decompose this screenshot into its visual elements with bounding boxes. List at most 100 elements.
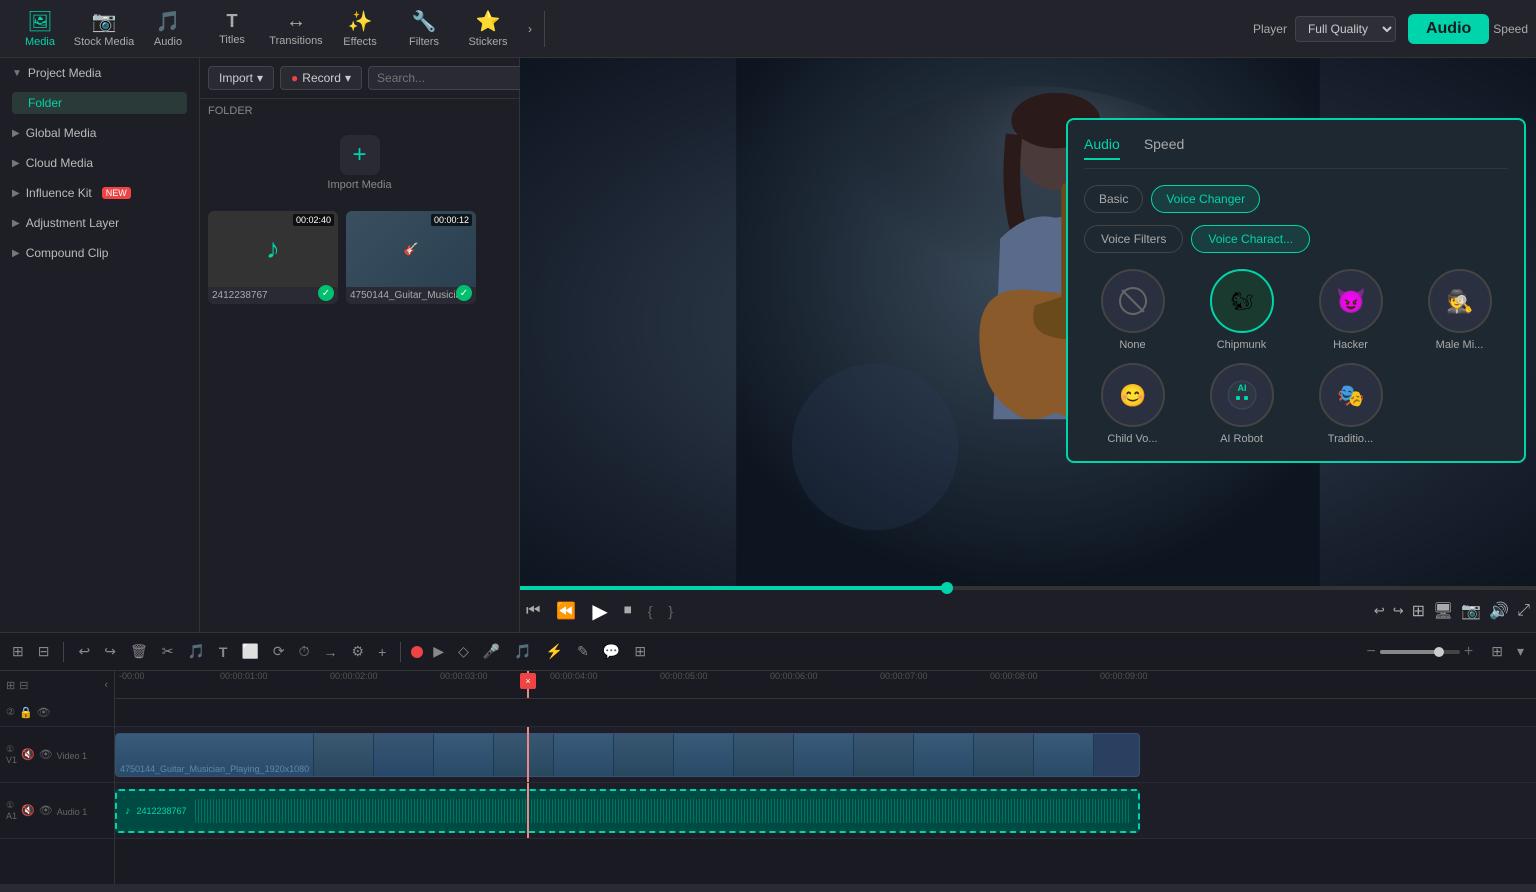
bracket-in[interactable]: {: [648, 603, 653, 619]
video-clip[interactable]: 4750144_Guitar_Musician_Playing_1920x108…: [115, 733, 1140, 777]
tl-beat-icon[interactable]: 🎵: [510, 641, 535, 662]
audio-eye-icon[interactable]: 👁: [39, 804, 53, 817]
zoom-in-button[interactable]: +: [1464, 643, 1473, 661]
tl-merge-icon[interactable]: ⚙: [348, 641, 369, 662]
record-chevron-icon: ▾: [345, 71, 351, 85]
undo-playback-icon[interactable]: ↩: [1374, 603, 1385, 619]
toolbar-filters[interactable]: 🔧 Filters: [392, 2, 456, 56]
timeline-scrollbar[interactable]: [0, 884, 1536, 892]
sidebar-item-project-media[interactable]: ▼ Project Media: [0, 58, 199, 88]
sidebar-item-cloud-media[interactable]: ▶ Cloud Media: [0, 148, 199, 178]
tab-speed[interactable]: Speed: [1144, 136, 1184, 160]
sub-tab-basic[interactable]: Basic: [1084, 185, 1143, 213]
toolbar-media[interactable]: 🖼 Media: [8, 2, 72, 56]
skip-back-button[interactable]: ⏮: [526, 602, 540, 620]
sidebar-item-adjustment-layer[interactable]: ▶ Adjustment Layer: [0, 208, 199, 238]
tab-audio[interactable]: Audio: [1084, 136, 1120, 160]
tl-marker-icon[interactable]: ◇: [454, 641, 473, 662]
sidebar-item-global-media[interactable]: ▶ Global Media: [0, 118, 199, 148]
progress-knob[interactable]: [941, 582, 953, 594]
timeline-area: ⊞ ⊟ ↩ ↪ 🗑 ✂ 🎵 T ⬜ ⟳ ⏱ → ⚙ + ▶ ◇ 🎤 🎵 ⚡ ✎ …: [0, 632, 1536, 892]
tl-redo-icon[interactable]: ↪: [100, 641, 120, 662]
stop-button[interactable]: ⏹: [624, 602, 632, 620]
progress-bar[interactable]: [520, 586, 1536, 590]
bracket-out[interactable]: }: [668, 603, 673, 619]
redo-playback-icon[interactable]: ↪: [1393, 603, 1404, 619]
sidebar-item-compound-clip[interactable]: ▶ Compound Clip: [0, 238, 199, 268]
import-plus-button[interactable]: +: [340, 135, 380, 175]
tl-text-icon[interactable]: T: [215, 642, 232, 662]
tl-edit-icon[interactable]: ✎: [573, 641, 593, 662]
search-input[interactable]: [368, 66, 541, 90]
toolbar-expand-btn[interactable]: ›: [520, 14, 540, 44]
voice-item-ai-robot[interactable]: AI AI Robot: [1193, 363, 1290, 445]
tl-cut-icon[interactable]: ✂: [158, 641, 178, 662]
audio-clip[interactable]: ♪ 2412238767: [115, 789, 1140, 833]
tl-layout-icon[interactable]: ⊞: [1487, 641, 1507, 662]
import-button[interactable]: Import ▾: [208, 66, 274, 90]
voice-tab-characters[interactable]: Voice Charact...: [1191, 225, 1310, 253]
screen-icon[interactable]: 🖥: [1433, 601, 1453, 621]
video-eye-icon[interactable]: 👁: [39, 748, 53, 761]
tl-grid-icon[interactable]: ⊞: [8, 641, 28, 662]
voice-item-male-mi[interactable]: 🕵 Male Mi...: [1411, 269, 1508, 351]
sidebar-folder-item[interactable]: Folder: [12, 92, 187, 114]
toolbar-stickers[interactable]: ⭐ Stickers: [456, 2, 520, 56]
media-icon: 🖼: [27, 9, 52, 34]
tl-play-icon[interactable]: ▶: [429, 641, 448, 662]
tl-subtitle-icon[interactable]: 💬: [599, 641, 624, 662]
record-button[interactable]: ● Record ▾: [280, 66, 362, 90]
fullscreen-icon[interactable]: ⊞: [1412, 601, 1425, 621]
audio-tab-active[interactable]: Audio: [1408, 14, 1489, 44]
toolbar-stickers-label: Stickers: [468, 36, 507, 48]
toolbar-audio[interactable]: 🎵 Audio: [136, 2, 200, 56]
tl-crop-icon[interactable]: ⬜: [237, 641, 262, 662]
toolbar-effects[interactable]: ✨ Effects: [328, 2, 392, 56]
audio-mute-icon[interactable]: 🔇: [21, 804, 35, 817]
audio-track-row[interactable]: ♪ 2412238767: [115, 783, 1536, 839]
toolbar-transitions[interactable]: ↔ Transitions: [264, 2, 328, 56]
sidebar-item-influence-kit[interactable]: ▶ Influence Kit NEW: [0, 178, 199, 208]
voice-item-child-vo[interactable]: 😊 Child Vo...: [1084, 363, 1181, 445]
tl-delete-icon[interactable]: 🗑: [126, 641, 152, 662]
top-toolbar: 🖼 Media 📷 Stock Media 🎵 Audio T Titles ↔…: [0, 0, 1536, 58]
track-options-icon[interactable]: ⊟: [19, 679, 28, 692]
voice-tab-filters[interactable]: Voice Filters: [1084, 225, 1183, 253]
tl-undo-icon[interactable]: ↩: [74, 641, 94, 662]
group-lock-icon[interactable]: 🔒: [19, 706, 33, 719]
snapshot-icon[interactable]: 📷: [1461, 601, 1481, 621]
add-track-icon[interactable]: ⊞: [6, 679, 15, 692]
tl-mic-icon[interactable]: 🎤: [479, 641, 504, 662]
frame-11: [854, 734, 914, 776]
expand-icon[interactable]: ⤢: [1517, 602, 1530, 620]
voice-item-hacker[interactable]: 😈 Hacker: [1302, 269, 1399, 351]
tl-rotate-icon[interactable]: ⟳: [269, 641, 289, 662]
play-button[interactable]: ▶: [592, 599, 607, 624]
toolbar-stock-media[interactable]: 📷 Stock Media: [72, 2, 136, 56]
quality-select[interactable]: Full Quality Half Quality: [1295, 16, 1396, 42]
media-item-audio[interactable]: 00:02:40 ♪ ✓ 2412238767: [208, 211, 338, 304]
voice-item-none[interactable]: None: [1084, 269, 1181, 351]
group-solo-icon[interactable]: 👁: [37, 706, 51, 719]
tl-arrow-icon[interactable]: →: [320, 642, 342, 662]
zoom-out-button[interactable]: −: [1367, 643, 1376, 661]
video-mute-icon[interactable]: 🔇: [21, 748, 35, 761]
import-label: Import: [219, 71, 253, 85]
tl-snap-icon[interactable]: ⊟: [34, 641, 54, 662]
sub-tab-voice-changer[interactable]: Voice Changer: [1151, 185, 1260, 213]
video-track-row[interactable]: 4750144_Guitar_Musician_Playing_1920x108…: [115, 727, 1536, 783]
tl-settings-icon[interactable]: ▾: [1513, 641, 1528, 662]
rewind-button[interactable]: ⏪: [556, 601, 576, 621]
tl-audio-extract-icon[interactable]: 🎵: [183, 641, 208, 662]
voice-item-chipmunk[interactable]: 🐿 Chipmunk: [1193, 269, 1290, 351]
tl-split-icon[interactable]: ⚡: [542, 641, 567, 662]
tl-grid-2-icon[interactable]: ⊞: [630, 641, 650, 662]
collapse-track-icon[interactable]: ‹: [104, 679, 108, 691]
tl-more-icon[interactable]: +: [374, 642, 390, 662]
zoom-slider[interactable]: [1380, 650, 1460, 654]
voice-item-traditio[interactable]: 🎭 Traditio...: [1302, 363, 1399, 445]
tl-speed-icon[interactable]: ⏱: [295, 641, 314, 662]
volume-icon[interactable]: 🔊: [1489, 601, 1509, 621]
media-item-video[interactable]: 00:00:12 🎸 ✓ 4750144_Guitar_Musician_Pl.…: [346, 211, 476, 304]
toolbar-titles[interactable]: T Titles: [200, 2, 264, 56]
